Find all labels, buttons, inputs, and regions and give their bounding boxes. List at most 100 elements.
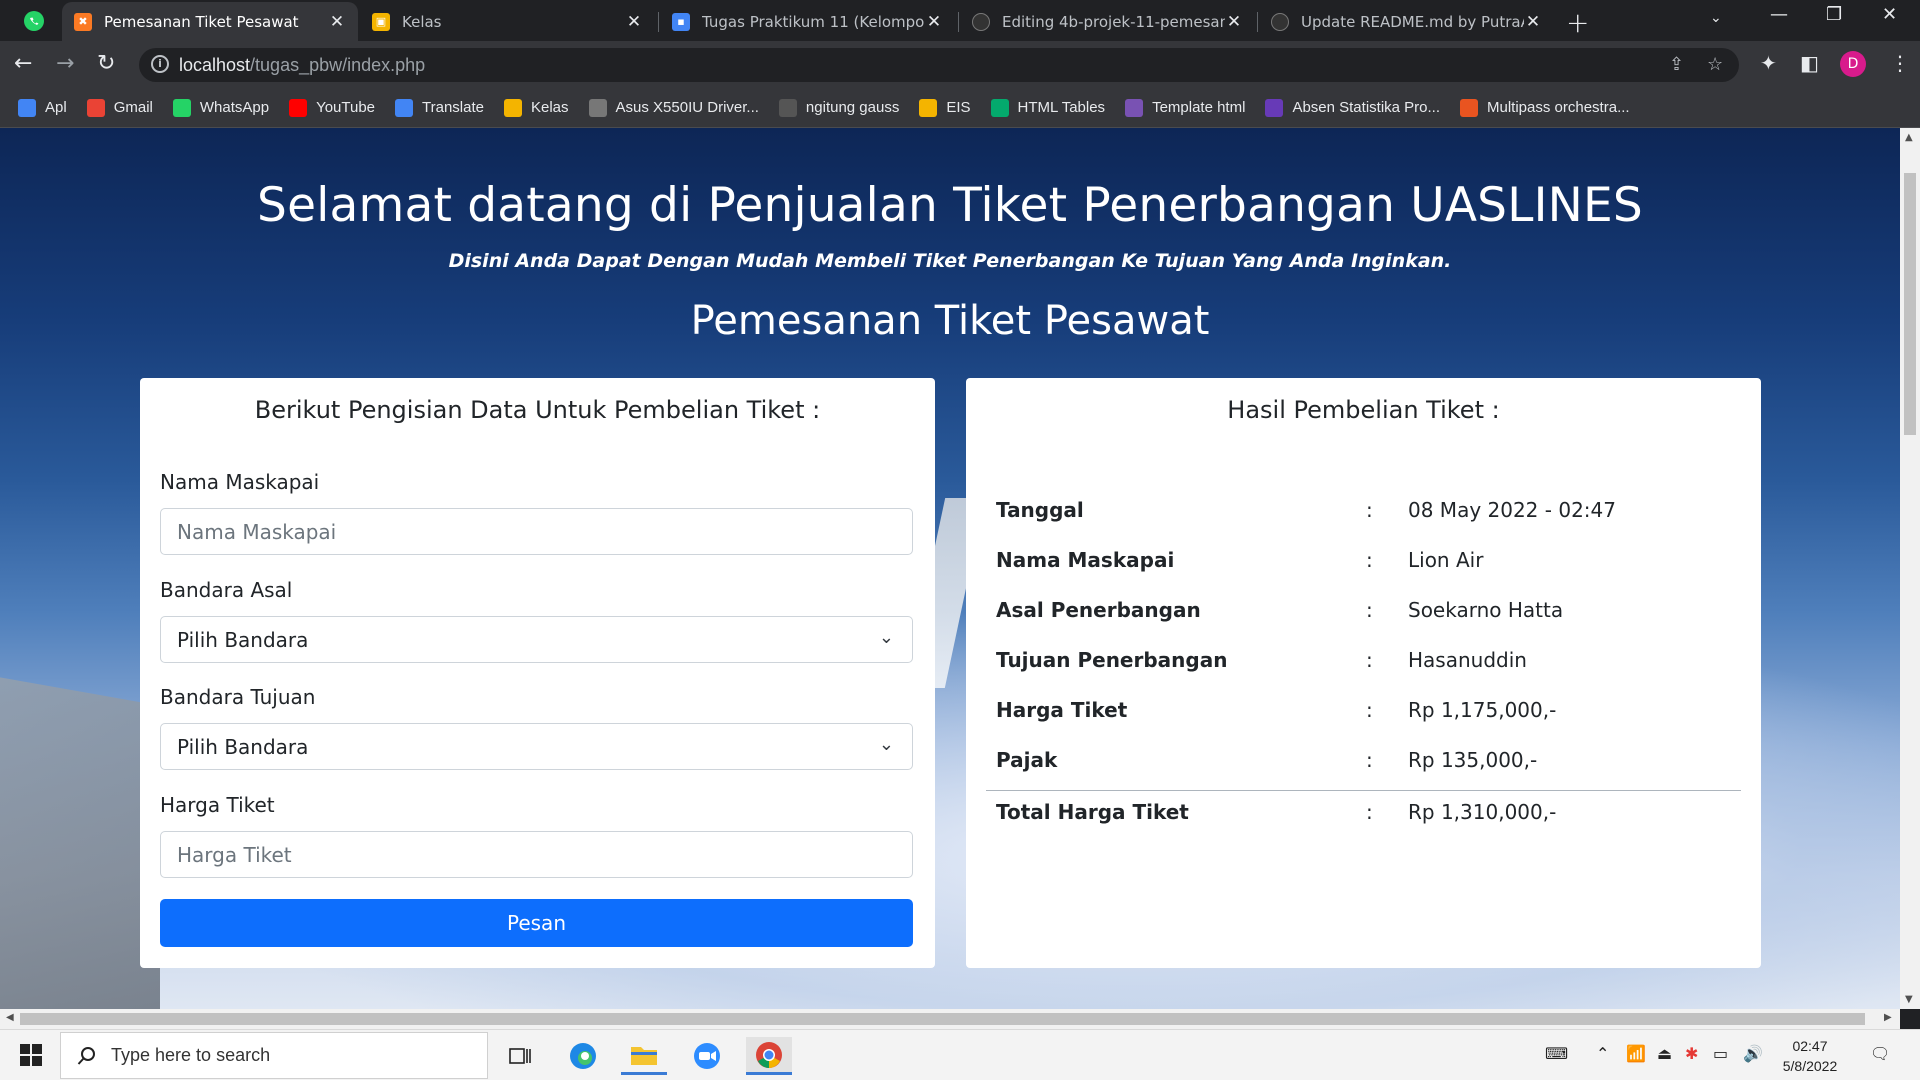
horizontal-scroll-thumb[interactable] [20,1013,1865,1025]
bookmark-item[interactable]: Template html [1125,98,1245,117]
scroll-left-icon[interactable]: ◀ [6,1012,14,1023]
taskbar-edge[interactable] [560,1037,606,1075]
gmail-icon [86,98,105,117]
browser-toolbar: ← → ↻ i localhost/tugas_pbw/index.php ⇪ … [0,41,1920,88]
tab-pemesanan[interactable]: ✖ Pemesanan Tiket Pesawat ✕ [62,2,358,41]
bookmark-item[interactable]: WhatsApp [172,98,270,117]
tab-search-icon[interactable]: ⌄ [1710,10,1722,26]
whatsapp-icon [172,98,191,117]
close-icon[interactable]: ✕ [925,12,943,32]
tab-strip: ✖ Pemesanan Tiket Pesawat ✕ ▣ Kelas ✕ ▪ … [0,0,1920,41]
horizontal-scrollbar[interactable]: ◀ ▶ [0,1009,1900,1029]
hero-subtitle: Disini Anda Dapat Dengan Mudah Membeli T… [448,250,1452,272]
keyboard-icon[interactable]: ⌨ [1545,1044,1568,1063]
address-bar[interactable]: i localhost/tugas_pbw/index.php ⇪ ☆ [139,48,1739,82]
close-icon[interactable]: ✕ [328,12,346,32]
vertical-scroll-thumb[interactable] [1904,173,1916,435]
task-view-button[interactable] [497,1037,543,1075]
sync-app-icon[interactable]: ✱ [1685,1044,1698,1063]
volume-icon[interactable]: 🔊 [1743,1044,1763,1063]
result-colon: : [1366,648,1373,672]
forward-button[interactable]: → [56,51,74,76]
bookmark-label: Apl [45,99,67,116]
bookmark-item[interactable]: ngitung gauss [778,98,899,117]
result-colon: : [1366,548,1373,572]
tab-label: Editing 4b-projek-11-pemesanan [1002,12,1225,31]
wifi-icon[interactable]: 📶 [1626,1044,1646,1063]
reload-button[interactable]: ↻ [97,51,115,76]
taskbar-chrome[interactable] [746,1037,792,1075]
profile-avatar[interactable]: D [1840,51,1866,77]
close-icon[interactable]: ✕ [1524,12,1542,32]
result-key: Asal Penerbangan [996,598,1201,622]
tab-kelas[interactable]: ▣ Kelas ✕ [360,2,655,41]
bookmark-item[interactable]: HTML Tables [990,98,1105,117]
bookmark-item[interactable]: EIS [919,98,971,117]
bookmark-item[interactable]: YouTube [289,98,375,117]
url-text[interactable]: localhost/tugas_pbw/index.php [179,55,425,76]
whatsapp-icon [24,11,44,31]
taskbar-file-explorer[interactable] [621,1037,667,1075]
bookmark-item[interactable]: Gmail [86,98,153,117]
airline-label: Nama Maskapai [160,470,320,494]
chevron-up-icon[interactable]: ⌃ [1596,1044,1609,1063]
start-button[interactable] [20,1044,42,1070]
bookmark-item[interactable]: Kelas [504,98,569,117]
result-row-origin: Asal Penerbangan : Soekarno Hatta [996,598,1736,628]
search-icon [77,1046,95,1065]
result-colon: : [1366,748,1373,772]
result-row-tax: Pajak : Rp 135,000,- [996,748,1736,778]
result-value: Soekarno Hatta [1408,598,1564,622]
bookmark-item[interactable]: Translate [395,98,484,117]
scroll-down-icon[interactable]: ▼ [1905,994,1913,1005]
tab-update-readme[interactable]: Update README.md by PutraAr1 ✕ [1259,2,1554,41]
bookmark-item[interactable]: Absen Statistika Pro... [1265,98,1440,117]
result-value: Rp 1,175,000,- [1408,698,1557,722]
submit-button[interactable]: Pesan [160,899,913,947]
minimize-button[interactable]: — [1770,4,1788,25]
multipass-icon [1460,98,1479,117]
origin-label: Bandara Asal [160,578,293,602]
result-value: 08 May 2022 - 02:47 [1408,498,1616,522]
result-value: Lion Air [1408,548,1484,572]
vertical-scrollbar[interactable]: ▲ ▼ [1900,128,1920,1009]
battery-icon[interactable]: ▭ [1713,1044,1728,1063]
menu-icon[interactable]: ⋮ [1890,51,1910,75]
airplane-wing-image [0,670,160,1009]
bookmark-item[interactable]: Apl [18,98,67,117]
notifications-icon[interactable]: 🗨 [1870,1044,1890,1063]
close-window-button[interactable]: ✕ [1882,4,1897,25]
price-input[interactable]: Harga Tiket [160,831,913,878]
scroll-right-icon[interactable]: ▶ [1884,1012,1892,1023]
scroll-up-icon[interactable]: ▲ [1905,132,1913,143]
new-tab-button[interactable]: + [1566,6,1589,39]
origin-select[interactable]: Pilih Bandara ⌄ [160,616,913,663]
origin-select-value: Pilih Bandara [177,627,309,652]
close-icon[interactable]: ✕ [625,12,643,32]
tab-tugas[interactable]: ▪ Tugas Praktikum 11 (Kelompok) ✕ [660,2,955,41]
site-info-icon[interactable]: i [151,55,169,73]
result-key: Nama Maskapai [996,548,1175,572]
system-clock[interactable]: 02:47 5/8/2022 [1770,1036,1850,1076]
bookmark-item[interactable]: Multipass orchestra... [1460,98,1630,117]
result-total-value: Rp 1,310,000,- [1408,800,1557,824]
share-icon[interactable]: ⇪ [1669,54,1684,75]
tab-editing[interactable]: Editing 4b-projek-11-pemesanan ✕ [960,2,1255,41]
url-path: /tugas_pbw/index.php [250,55,426,75]
back-button[interactable]: ← [14,51,32,76]
usb-icon[interactable]: ⏏ [1657,1044,1672,1063]
bookmark-item[interactable]: Asus X550IU Driver... [588,98,759,117]
side-panel-icon[interactable]: ◧ [1800,51,1819,75]
clock-date: 5/8/2022 [1782,1058,1838,1074]
result-divider [986,790,1741,791]
destination-select[interactable]: Pilih Bandara ⌄ [160,723,913,770]
star-icon[interactable]: ☆ [1707,54,1723,75]
bookmark-label: WhatsApp [199,99,270,116]
taskbar-zoom[interactable] [684,1037,730,1075]
extensions-icon[interactable]: ✦ [1760,51,1777,75]
restore-button[interactable]: ❐ [1826,4,1842,25]
taskbar-search[interactable]: Type here to search [60,1032,488,1079]
pinned-tab-whatsapp[interactable] [14,8,54,34]
close-icon[interactable]: ✕ [1225,12,1243,32]
airline-input[interactable]: Nama Maskapai [160,508,913,555]
